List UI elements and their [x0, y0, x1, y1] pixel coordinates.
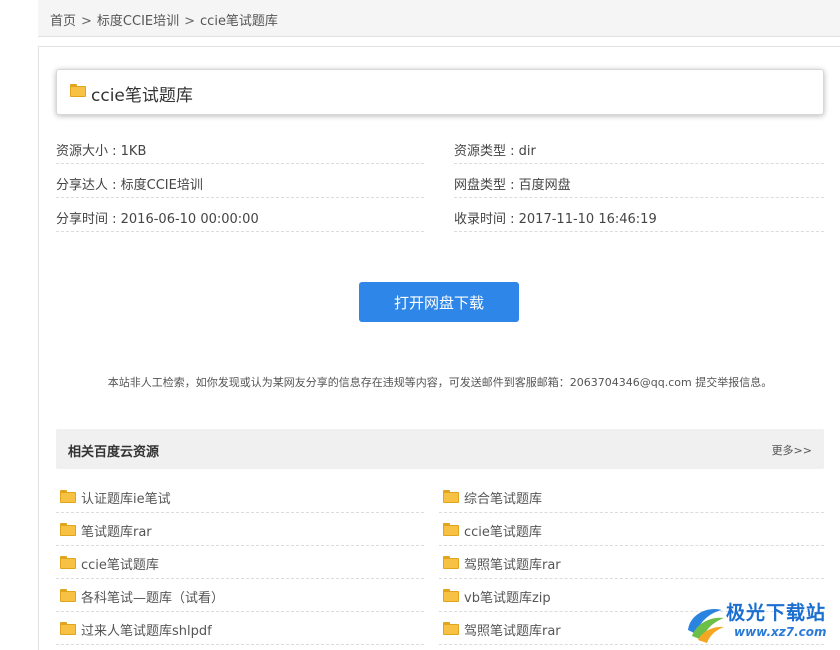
related-item-label: ccie笔试题库	[464, 525, 542, 540]
folder-icon	[60, 589, 76, 602]
folder-icon	[60, 556, 76, 569]
watermark-url: www.xz7.com	[734, 625, 827, 639]
related-item-label: 驾照笔试题库rar	[464, 558, 561, 573]
info-sharer-row: 分享达人 : 标度CCIE培训	[56, 165, 424, 198]
related-item-label: vb笔试题库zip	[464, 591, 551, 606]
related-item[interactable]: 过来人笔试题库shlpdf	[56, 612, 424, 645]
related-item-label: 认证题库ie笔试	[81, 492, 171, 507]
breadcrumb-separator: >	[184, 14, 196, 29]
open-netdisk-download-button[interactable]: 打开网盘下载	[359, 282, 519, 322]
folder-icon	[60, 523, 76, 536]
resource-panel: ccie笔试题库 资源大小 : 1KB 资源类型 : dir 分享达人 : 标度…	[38, 46, 840, 650]
related-item[interactable]: ccie笔试题库	[439, 513, 824, 546]
site-watermark: 极光下载站 www.xz7.com	[682, 598, 840, 650]
folder-icon	[60, 622, 76, 635]
folder-icon	[443, 490, 459, 503]
breadcrumb-bar: 首页 > 标度CCIE培训 > ccie笔试题库	[38, 0, 840, 37]
related-resources-header: 相关百度云资源 更多>>	[56, 429, 824, 469]
disclaimer-notice: 本站非人工检索，如你发现或认为某网友分享的信息存在违规等内容，可发送邮件到客服邮…	[107, 376, 773, 389]
folder-icon	[443, 523, 459, 536]
related-item[interactable]: 驾照笔试题库rar	[439, 546, 824, 579]
related-item-label: 笔试题库rar	[81, 525, 152, 540]
related-item[interactable]: ccie笔试题库	[56, 546, 424, 579]
related-item-label: 综合笔试题库	[464, 492, 543, 507]
resource-title-card: ccie笔试题库	[56, 69, 824, 115]
related-item-label: 各科笔试—题库（试看）	[81, 591, 225, 606]
breadcrumb: 首页 > 标度CCIE培训 > ccie笔试题库	[50, 10, 278, 29]
related-item[interactable]: 认证题库ie笔试	[56, 480, 424, 513]
related-item-label: ccie笔试题库	[81, 558, 159, 573]
more-link[interactable]: 更多>>	[772, 442, 812, 458]
breadcrumb-category-link[interactable]: 标度CCIE培训	[97, 14, 179, 29]
breadcrumb-separator: >	[81, 14, 92, 29]
folder-icon	[60, 490, 76, 503]
related-item[interactable]: 各科笔试—题库（试看）	[56, 579, 424, 612]
info-disk-type-row: 网盘类型 : 百度网盘	[454, 165, 824, 198]
resource-share-time: 分享时间 : 2016-06-10 00:00:00	[56, 212, 259, 227]
info-type-row: 资源类型 : dir	[454, 131, 824, 164]
folder-icon	[443, 589, 459, 602]
folder-icon	[443, 556, 459, 569]
related-item[interactable]: 笔试题库rar	[56, 513, 424, 546]
aurora-logo-icon	[688, 608, 724, 643]
resource-disk-type: 网盘类型 : 百度网盘	[454, 178, 571, 193]
watermark-site-name: 极光下载站	[726, 602, 827, 624]
resource-sharer: 分享达人 : 标度CCIE培训	[56, 178, 203, 193]
resource-title: ccie笔试题库	[91, 86, 193, 106]
related-item-label: 过来人笔试题库shlpdf	[81, 624, 212, 639]
resource-size: 资源大小 : 1KB	[56, 144, 147, 159]
info-share-time-row: 分享时间 : 2016-06-10 00:00:00	[56, 199, 424, 232]
resource-type: 资源类型 : dir	[454, 144, 536, 159]
related-item[interactable]: 综合笔试题库	[439, 480, 824, 513]
resource-collect-time: 收录时间 : 2017-11-10 16:46:19	[454, 212, 657, 227]
breadcrumb-current: ccie笔试题库	[200, 14, 278, 29]
info-size-row: 资源大小 : 1KB	[56, 131, 424, 164]
breadcrumb-home-link[interactable]: 首页	[50, 14, 76, 29]
related-item-label: 驾照笔试题库rar	[464, 624, 561, 639]
folder-icon	[443, 622, 459, 635]
folder-icon	[70, 84, 86, 97]
related-resources-title: 相关百度云资源	[68, 445, 160, 460]
info-collect-time-row: 收录时间 : 2017-11-10 16:46:19	[454, 199, 824, 232]
